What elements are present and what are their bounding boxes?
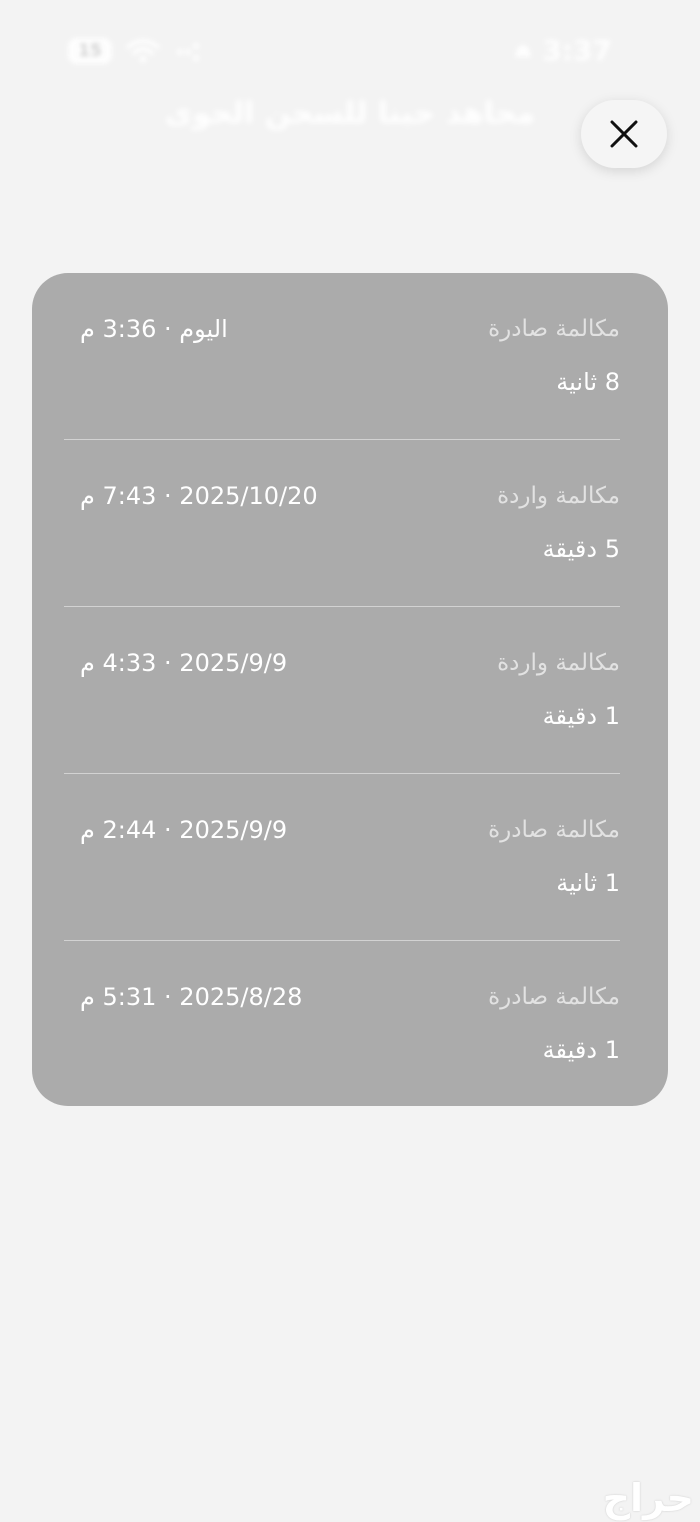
call-datetime: 2025/9/9 · 2:44 م <box>80 816 288 844</box>
contact-name: محاهد حبنا للسحن الحوى <box>164 96 536 131</box>
call-row[interactable]: مكالمة صادرة 2025/8/28 · 5:31 م 1 دقيقة <box>64 941 620 1108</box>
call-datetime: 2025/8/28 · 5:31 م <box>80 983 303 1011</box>
call-type: مكالمة صادرة <box>488 984 620 1010</box>
status-bar: 15 3:37 <box>0 28 700 78</box>
status-time: 3:37 <box>542 34 612 67</box>
call-row[interactable]: مكالمة صادرة اليوم · 3:36 م 8 ثانية <box>64 273 620 440</box>
alarm-icon <box>515 44 532 57</box>
status-left-group: 15 <box>68 38 204 64</box>
status-right-group: 3:37 <box>512 34 612 67</box>
call-datetime: 2025/9/9 · 4:33 م <box>80 649 288 677</box>
call-datetime: 2025/10/20 · 7:43 م <box>80 482 318 510</box>
signal-icon <box>177 43 199 61</box>
close-icon <box>610 120 638 148</box>
close-button[interactable] <box>581 100 667 168</box>
call-duration: 1 دقيقة <box>542 1036 620 1064</box>
contact-header: محاهد حبنا للسحن الحوى <box>120 96 580 135</box>
call-row[interactable]: مكالمة واردة 2025/9/9 · 4:33 م 1 دقيقة <box>64 607 620 774</box>
battery-icon: 15 <box>68 38 112 64</box>
call-duration: 5 دقيقة <box>542 535 620 563</box>
call-type: مكالمة واردة <box>497 483 620 509</box>
watermark-logo: حراج <box>602 1476 694 1520</box>
call-row[interactable]: مكالمة صادرة 2025/9/9 · 2:44 م 1 ثانية <box>64 774 620 941</box>
call-duration: 1 ثانية <box>556 869 620 897</box>
wifi-icon <box>126 39 160 63</box>
call-duration: 8 ثانية <box>556 368 620 396</box>
call-datetime: اليوم · 3:36 م <box>80 315 228 343</box>
call-type: مكالمة واردة <box>497 650 620 676</box>
call-history-card: مكالمة صادرة اليوم · 3:36 م 8 ثانية مكال… <box>32 273 668 1106</box>
call-row[interactable]: مكالمة واردة 2025/10/20 · 7:43 م 5 دقيقة <box>64 440 620 607</box>
call-type: مكالمة صادرة <box>488 316 620 342</box>
call-duration: 1 دقيقة <box>542 702 620 730</box>
call-type: مكالمة صادرة <box>488 817 620 843</box>
battery-level: 15 <box>78 41 102 61</box>
